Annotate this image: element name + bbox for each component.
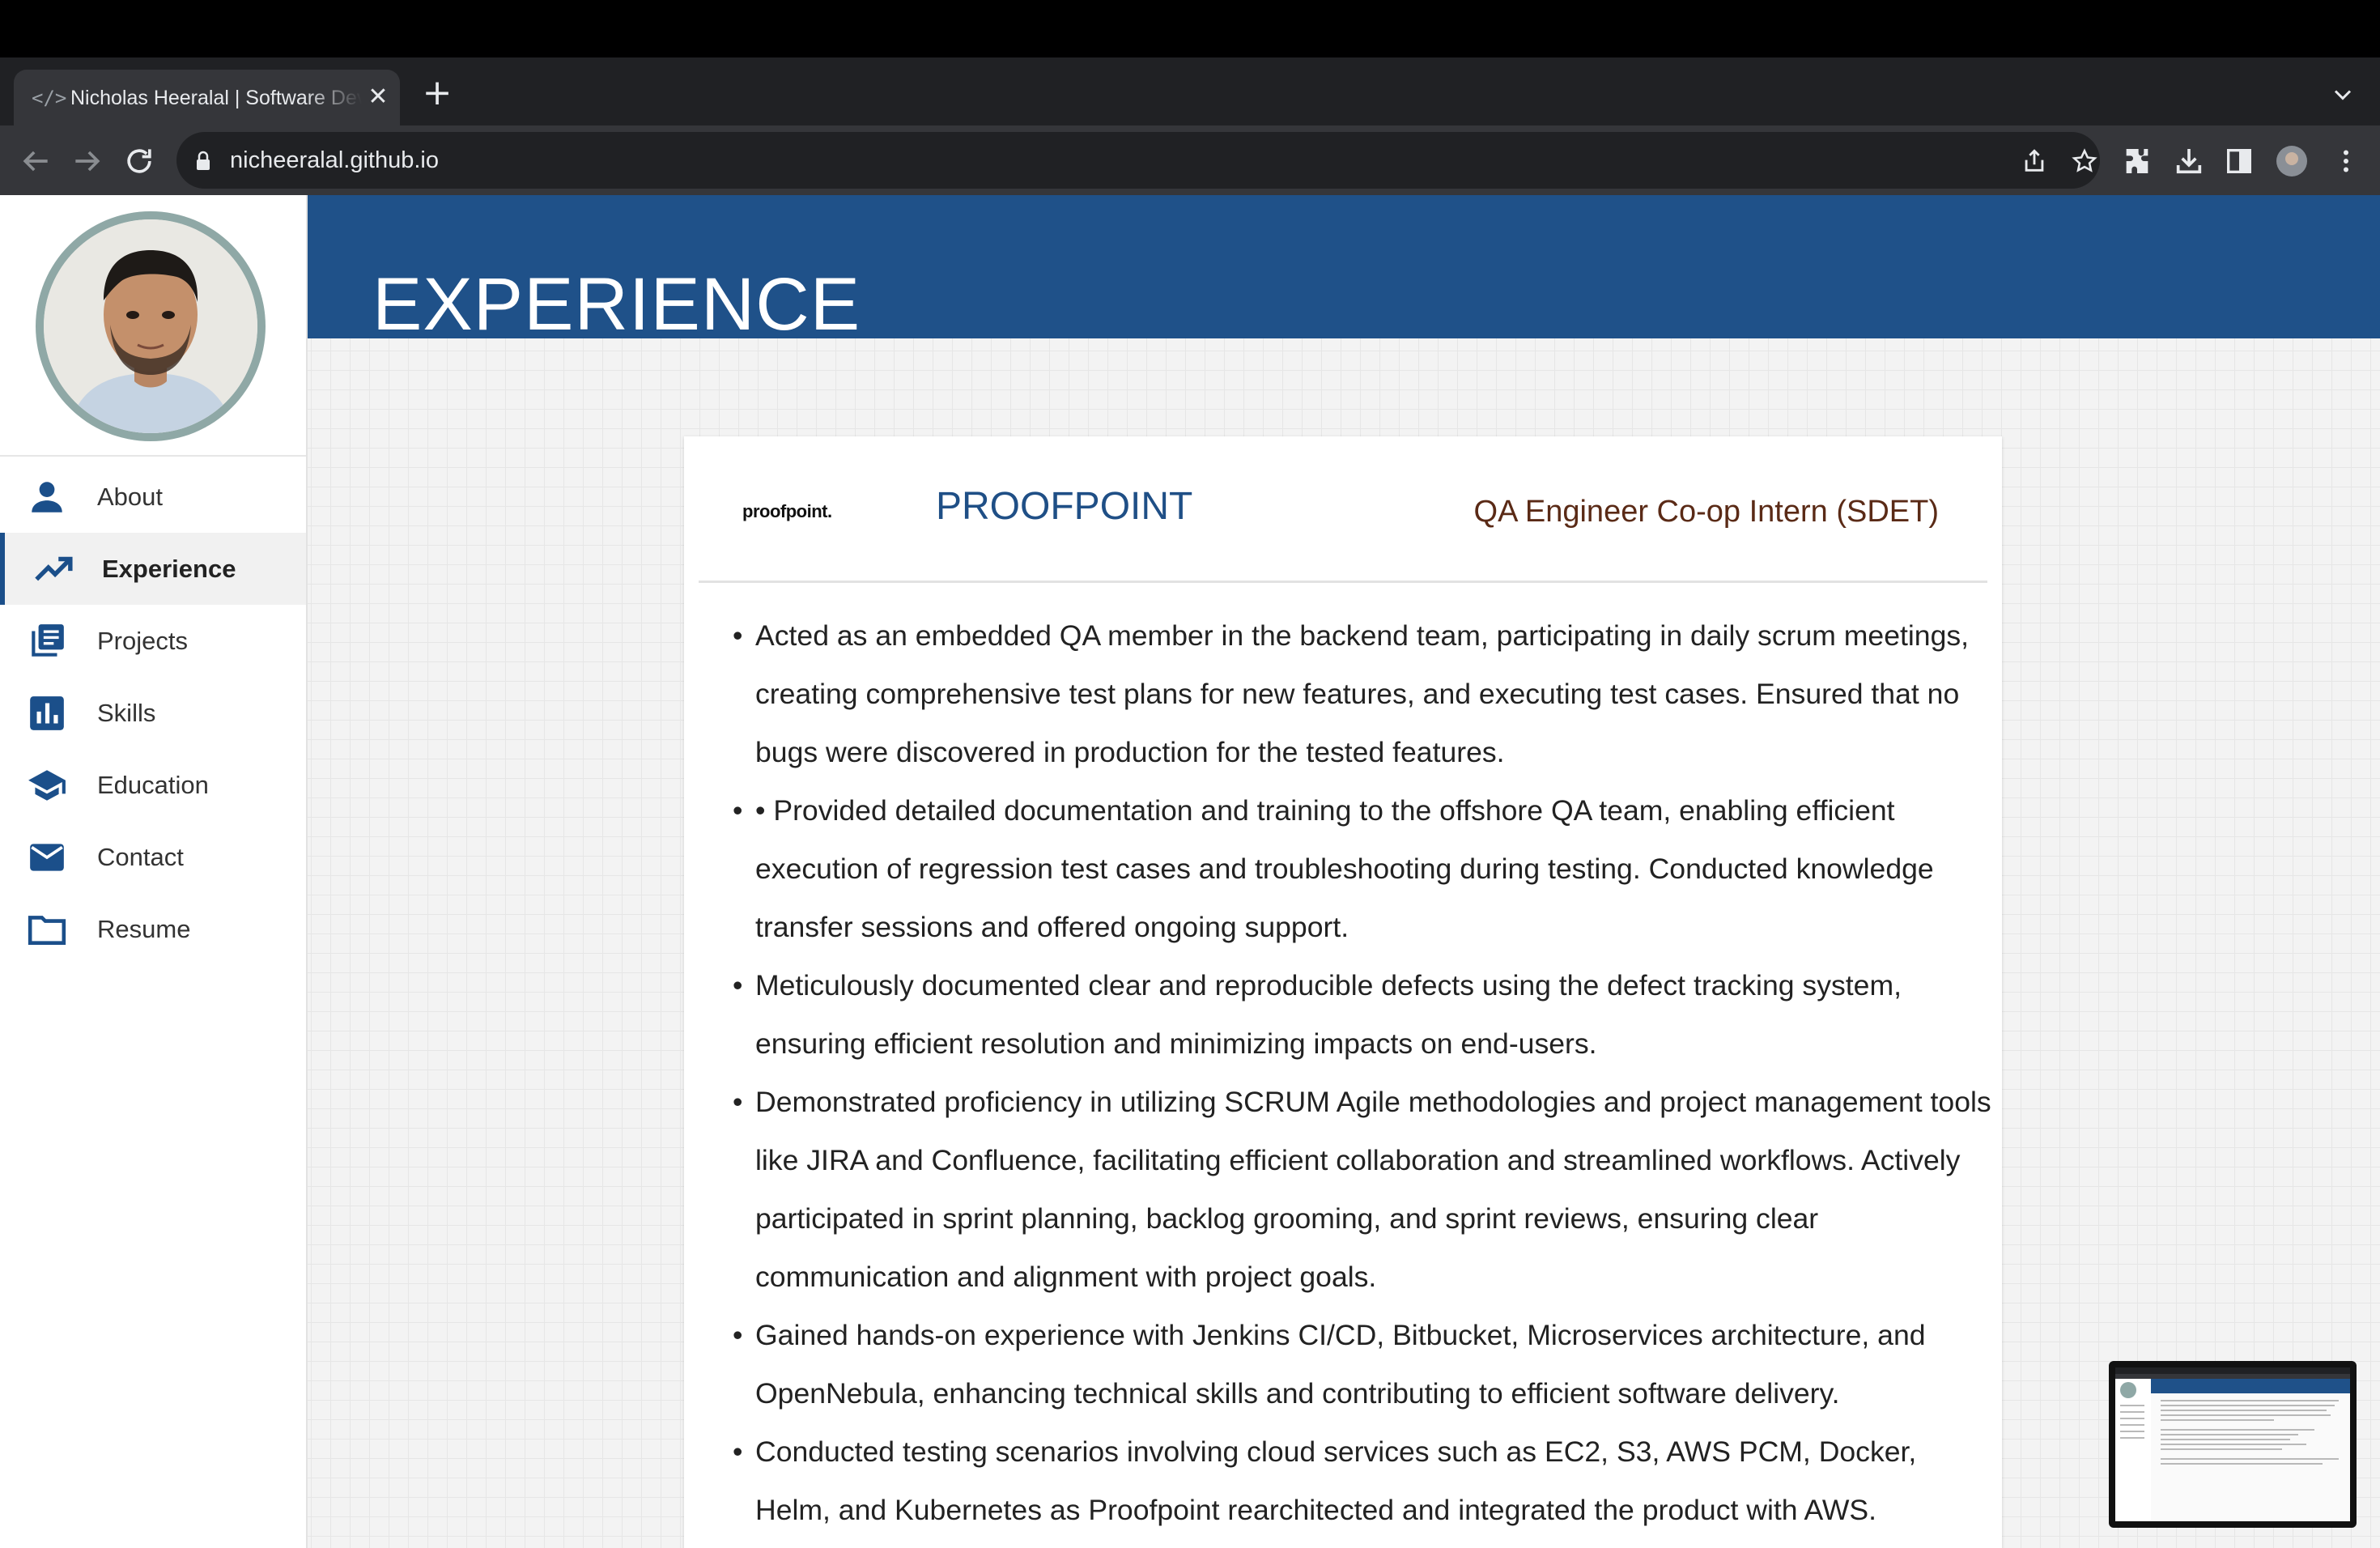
list-item: Gained hands-on experience with Jenkins … [733,1306,1995,1423]
url-text[interactable]: nicheeralal.github.io [230,146,439,175]
person-icon [32,482,62,512]
menu-icon[interactable] [2331,145,2361,177]
sidebar-item-contact[interactable]: Contact [0,821,306,893]
browser-toolbar: nicheeralal.github.io [0,125,2380,195]
list-item: Acted as an embedded QA member in the ba… [733,606,1995,781]
back-icon[interactable] [18,143,53,179]
sidebar: About Experience Projects Skills Educati… [0,195,308,1548]
close-icon[interactable]: ✕ [363,83,393,112]
job-title: QA Engineer Co-op Intern (SDET) [1473,495,1939,529]
list-item: Demonstrated proficiency in utilizing SC… [733,1073,1995,1306]
download-icon[interactable] [2173,145,2205,177]
extensions-icon[interactable] [2121,145,2153,177]
school-icon [28,770,66,801]
address-bar[interactable]: nicheeralal.github.io [176,132,2100,189]
company-name: PROOFPOINT [936,485,1193,528]
sidebar-item-about[interactable]: About [0,461,306,533]
lock-icon[interactable] [194,151,212,172]
browser-tab[interactable]: </> Nicholas Heeralal | Software Develop… [14,70,400,125]
sidebar-item-label: Contact [97,843,184,871]
profile-avatar[interactable] [2276,146,2307,176]
sidebar-item-label: Skills [97,699,156,727]
trending-up-icon [35,556,73,581]
sidebar-item-education[interactable]: Education [0,749,306,821]
section-header: EXPERIENCE [308,195,2380,346]
tab-title: Nicholas Heeralal | Software Developer [70,87,362,109]
experience-card: proofpoint. PROOFPOINT QA Engineer Co-op… [684,436,2002,1548]
browser-tabstrip: </> Nicholas Heeralal | Software Develop… [0,57,2380,125]
list-item: Meticulously documented clear and reprod… [733,956,1995,1073]
side-panel-icon[interactable] [2223,145,2255,177]
bar-chart-icon [30,696,64,730]
sidebar-item-label: Experience [102,555,236,583]
library-books-icon [32,624,64,657]
list-item: • Provided detailed documentation and tr… [733,781,1995,956]
sidebar-divider [0,455,306,457]
share-icon[interactable] [2021,147,2048,175]
profile-photo [36,211,266,441]
sidebar-item-projects[interactable]: Projects [0,605,306,677]
sidebar-item-label: Education [97,771,209,799]
folder-icon [28,916,66,945]
code-icon: </> [32,87,67,109]
star-icon[interactable] [2071,147,2098,175]
new-tab-icon[interactable]: + [421,75,453,111]
page-viewport: About Experience Projects Skills Educati… [0,195,2380,1548]
company-logo: proofpoint. [742,501,832,521]
screenshot-thumbnail[interactable] [2109,1361,2357,1528]
reload-icon[interactable] [121,143,157,179]
page-title: EXPERIENCE [372,262,861,346]
list-item: Conducted testing scenarios involving cl… [733,1423,1995,1539]
responsibilities-list: Acted as an embedded QA member in the ba… [733,606,1995,1539]
os-menu-bar [0,0,2380,57]
sidebar-item-label: About [97,483,164,511]
sidebar-item-experience[interactable]: Experience [0,533,306,605]
sidebar-item-resume[interactable]: Resume [0,893,306,965]
sidebar-item-label: Projects [97,627,188,655]
card-divider [699,580,1987,583]
sidebar-item-label: Resume [97,915,191,943]
forward-icon[interactable] [70,143,105,179]
mail-icon [30,844,64,871]
sidebar-item-skills[interactable]: Skills [0,677,306,749]
tab-list-icon[interactable] [2328,80,2357,109]
